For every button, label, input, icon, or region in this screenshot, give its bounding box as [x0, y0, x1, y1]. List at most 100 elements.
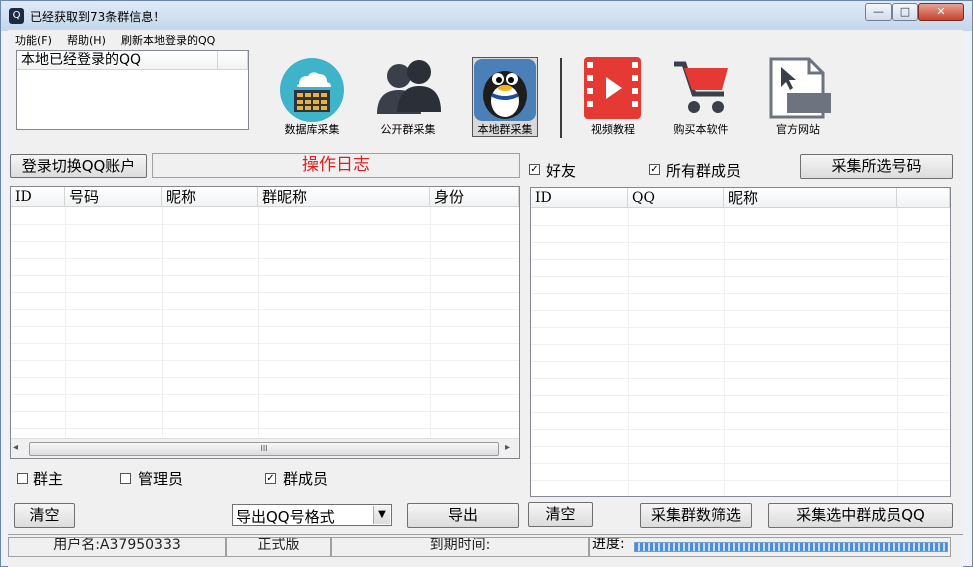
menu-help[interactable]: 帮助(H)	[67, 32, 106, 48]
export-format-select[interactable]: 导出QQ号格式 ▼	[232, 504, 392, 526]
toolbar-buy[interactable]	[672, 60, 732, 118]
friend-checkbox[interactable]: ✓	[529, 164, 540, 175]
toolbar-video[interactable]	[584, 57, 641, 119]
shopping-cart-icon	[674, 61, 728, 113]
admin-checkbox[interactable]	[120, 473, 131, 484]
scroll-left-icon[interactable]: ◂	[13, 442, 25, 453]
grid-row-line	[531, 344, 950, 345]
grid-row-line	[531, 446, 950, 447]
grid-row-line	[11, 360, 519, 361]
member-table[interactable]: ID 号码 昵称 群昵称 身份 ◂ III ▸	[10, 186, 520, 459]
grid-col-line	[430, 207, 431, 437]
progress-label: 进度:	[592, 537, 625, 552]
qq-col-nickname[interactable]: 昵称	[724, 188, 897, 208]
switch-qq-account-button[interactable]: 登录切换QQ账户	[10, 154, 147, 178]
grid-row-line	[531, 259, 950, 260]
qq-app-icon: Q	[9, 8, 24, 24]
local-qq-header: 本地已经登录的QQ	[17, 51, 218, 70]
scroll-thumb[interactable]: III	[29, 442, 499, 456]
window-title: 已经获取到73条群信息！	[30, 10, 166, 24]
grid-row-line	[531, 429, 950, 430]
url-file-icon	[769, 57, 831, 119]
toolbar-buy-label: 购买本软件	[673, 123, 729, 136]
right-clear-button[interactable]: 清空	[528, 502, 593, 527]
toolbar-public-group-label: 公开群采集	[380, 123, 436, 136]
grid-col-line	[65, 207, 66, 437]
admin-label: 管理员	[138, 470, 184, 488]
grid-row-line	[531, 412, 950, 413]
grid-row-line	[11, 377, 519, 378]
menu-refresh-local-qq[interactable]: 刷新本地登录的QQ	[121, 32, 215, 48]
grid-row-line	[531, 293, 950, 294]
grid-col-line	[897, 208, 898, 496]
col-nickname[interactable]: 昵称	[162, 187, 258, 207]
minimize-button[interactable]: —	[865, 3, 892, 21]
grid-row-line	[11, 292, 519, 293]
close-button[interactable]: ✕	[918, 3, 964, 21]
toolbar-website[interactable]	[767, 57, 831, 119]
qq-col-extra	[897, 188, 950, 208]
status-user: 用户名:A37950333	[8, 537, 226, 557]
qq-col-qq[interactable]: QQ	[628, 188, 724, 208]
col-id[interactable]: ID	[11, 187, 65, 207]
qq-penguin-icon	[474, 59, 536, 121]
export-button[interactable]: 导出	[407, 503, 519, 528]
grid-row-line	[11, 258, 519, 259]
grid-row-line	[11, 343, 519, 344]
status-bar: 用户名:A37950333 正式版 到期时间: 进度:	[8, 534, 963, 567]
qq-col-id[interactable]: ID	[531, 188, 628, 208]
col-group-nickname[interactable]: 群昵称	[258, 187, 430, 207]
left-clear-button[interactable]: 清空	[14, 503, 75, 528]
horizontal-scrollbar[interactable]: ◂ III ▸	[11, 438, 519, 458]
grid-row-line	[531, 242, 950, 243]
local-qq-list[interactable]: 本地已经登录的QQ	[16, 50, 249, 130]
collect-group-members-button[interactable]: 采集选中群成员QQ	[768, 503, 953, 528]
grid-row-line	[11, 394, 519, 395]
grid-row-line	[11, 411, 519, 412]
owner-checkbox[interactable]	[17, 473, 28, 484]
operation-log: 操作日志	[152, 153, 520, 178]
maximize-button[interactable]: □	[892, 3, 918, 21]
toolbar-database[interactable]	[279, 58, 345, 122]
grid-row-line	[531, 225, 950, 226]
grid-row-line	[11, 241, 519, 242]
scroll-right-icon[interactable]: ▸	[505, 442, 517, 453]
member-checkbox[interactable]: ✓	[265, 473, 276, 484]
toolbar-local-group[interactable]: 本地群采集	[472, 57, 538, 137]
grid-row-line	[531, 480, 950, 481]
grid-row-line	[11, 224, 519, 225]
export-format-value: 导出QQ号格式	[236, 508, 335, 526]
local-qq-header-extra	[218, 51, 248, 70]
toolbar-public-group[interactable]	[373, 58, 443, 116]
menu-bar: 功能(F) 帮助(H) 刷新本地登录的QQ	[8, 30, 963, 48]
all-members-label: 所有群成员	[666, 162, 742, 180]
col-role[interactable]: 身份	[430, 187, 519, 207]
qq-table[interactable]: ID QQ 昵称	[530, 187, 951, 497]
toolbar-website-label: 官方网站	[776, 123, 820, 136]
grid-row-line	[11, 275, 519, 276]
grid-row-line	[11, 309, 519, 310]
grid-row-line	[11, 326, 519, 327]
progress-bar	[634, 542, 948, 552]
grid-row-line	[531, 361, 950, 362]
video-film-icon	[584, 57, 641, 119]
member-table-body	[11, 207, 519, 437]
menu-function[interactable]: 功能(F)	[15, 32, 52, 48]
friend-label: 好友	[546, 162, 577, 180]
people-icon	[377, 60, 441, 114]
grid-col-line	[258, 207, 259, 437]
qq-table-body	[531, 208, 950, 496]
title-bar[interactable]: Q 已经获取到73条群信息！ — □ ✕	[1, 1, 972, 31]
all-members-checkbox[interactable]: ✓	[649, 164, 660, 175]
grid-col-line	[724, 208, 725, 496]
dropdown-arrow-icon[interactable]: ▼	[373, 506, 390, 524]
grid-row-line	[531, 327, 950, 328]
col-number[interactable]: 号码	[65, 187, 162, 207]
toolbar-database-label: 数据库采集	[284, 123, 340, 136]
grid-row-line	[531, 395, 950, 396]
status-expiry: 到期时间:	[331, 537, 589, 557]
status-progress-pane: 进度:	[589, 537, 951, 557]
group-count-filter-button[interactable]: 采集群数筛选	[640, 503, 752, 528]
collect-selected-button[interactable]: 采集所选号码	[800, 154, 953, 179]
toolbar-divider	[560, 58, 562, 138]
